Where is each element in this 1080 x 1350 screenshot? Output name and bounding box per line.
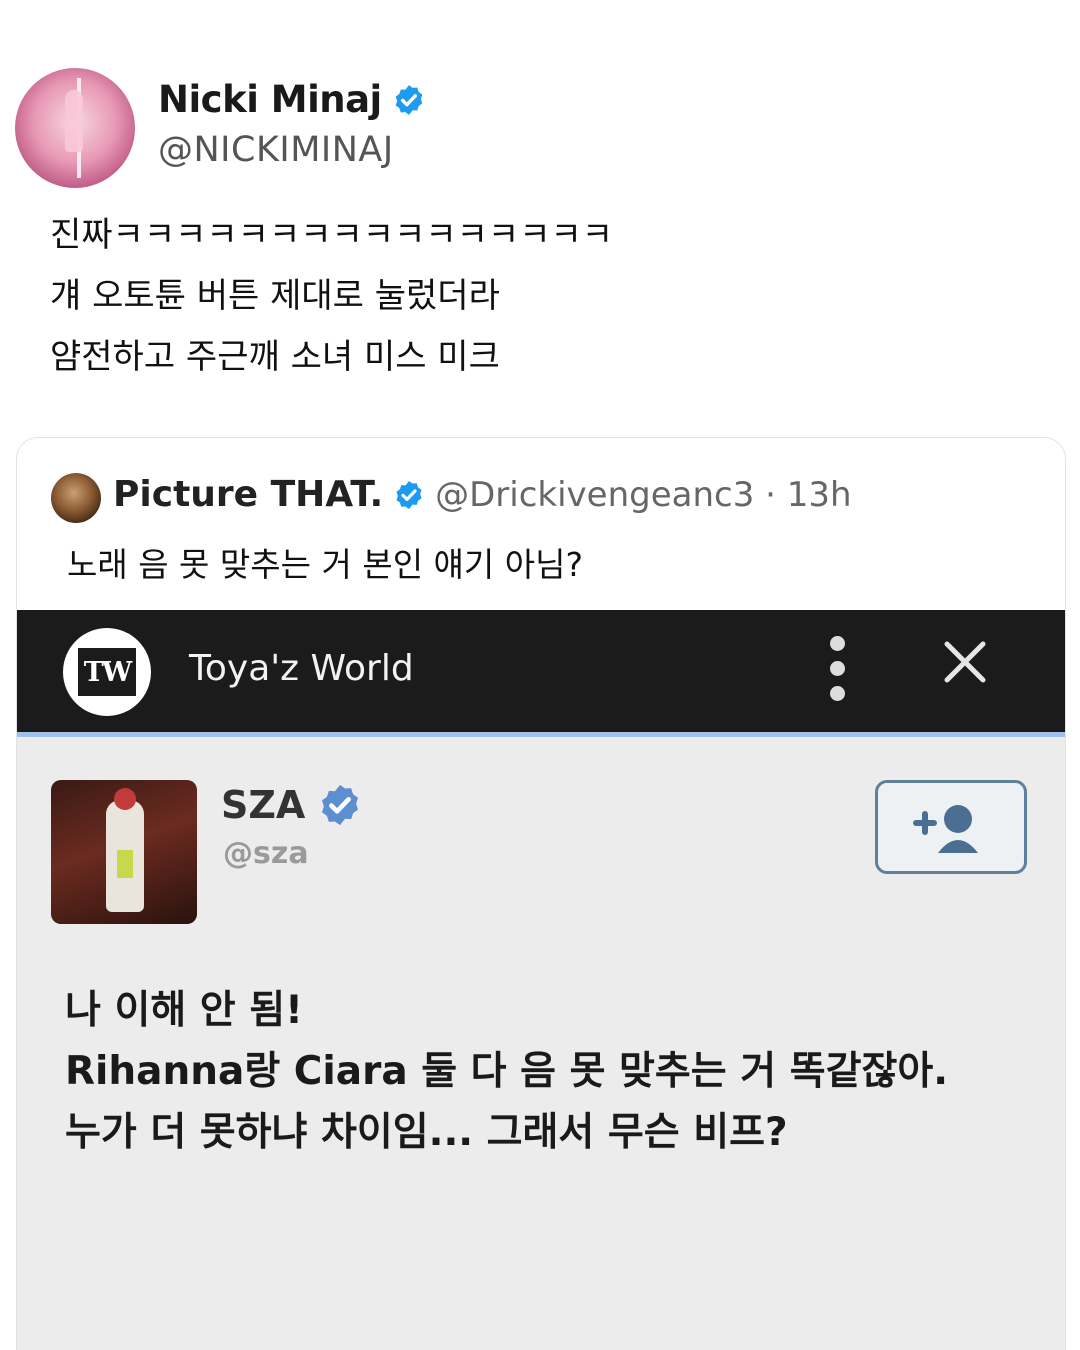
channel-title: Toya'z World [189, 648, 414, 689]
channel-logo[interactable]: TW [63, 628, 151, 716]
close-icon[interactable] [943, 640, 987, 684]
attached-screenshot[interactable]: TW Toya'z World SZA @sza 나 이해 안 됨! Rihan… [17, 610, 1065, 1350]
avatar-figure [65, 90, 83, 152]
verified-badge-icon [395, 84, 423, 115]
sza-tweet-body: 나 이해 안 됨! Rihanna랑 Ciara 둘 다 음 못 맞추는 거 똑… [65, 980, 1045, 1163]
nicki-avatar[interactable] [15, 68, 135, 188]
avatar-hair [114, 788, 136, 810]
quoted-handle-time: @Drickivengeanc3 · 13h [435, 474, 852, 515]
channel-logo-text: TW [78, 648, 136, 696]
quoted-header: Picture THAT. @Drickivengeanc3 · 13h [113, 474, 852, 515]
verified-badge-icon [396, 480, 422, 509]
verified-badge-icon [322, 784, 359, 826]
quoted-display-name[interactable]: Picture THAT. [113, 474, 383, 515]
quoted-tweet-card[interactable]: Picture THAT. @Drickivengeanc3 · 13h 노래 … [16, 437, 1066, 1350]
author-handle[interactable]: @NICKIMINAJ [158, 130, 394, 170]
tweet-body: 진짜ㅋㅋㅋㅋㅋㅋㅋㅋㅋㅋㅋㅋㅋㅋㅋㅋ 걔 오토튠 버튼 제대로 눌렀더라 얌전하… [50, 205, 1050, 388]
post-view: Nicki Minaj @NICKIMINAJ 진짜ㅋㅋㅋㅋㅋㅋㅋㅋㅋㅋㅋㅋㅋㅋ… [0, 0, 1080, 1350]
quoted-author-avatar[interactable] [51, 473, 101, 523]
add-user-icon [913, 805, 978, 853]
tweet-line: 얌전하고 주근깨 소녀 미스 미크 [50, 337, 500, 377]
sza-avatar[interactable] [51, 780, 197, 924]
tweet-line: 진짜ㅋㅋㅋㅋㅋㅋㅋㅋㅋㅋㅋㅋㅋㅋㅋㅋ [50, 215, 614, 255]
sza-display-name[interactable]: SZA [221, 783, 305, 827]
sza-tweet-line: Rihanna랑 Ciara 둘 다 음 못 맞추는 거 똑같잖아. [65, 1049, 949, 1094]
avatar-dress [117, 850, 133, 878]
sza-name-row: SZA [221, 782, 363, 828]
sza-handle[interactable]: @sza [223, 836, 309, 871]
app-bar: TW Toya'z World [17, 610, 1065, 737]
quoted-tweet-text: 노래 음 못 맞추는 거 본인 얘기 아님? [67, 545, 583, 584]
author-name-row: Nicki Minaj [158, 78, 426, 121]
author-display-name[interactable]: Nicki Minaj [158, 78, 382, 121]
sza-tweet-line: 누가 더 못하냐 차이임... 그래서 무슨 비프? [65, 1110, 788, 1155]
sza-tweet-line: 나 이해 안 됨! [65, 988, 303, 1033]
tweet-line: 걔 오토튠 버튼 제대로 눌렀더라 [50, 276, 500, 316]
more-vertical-icon[interactable] [823, 636, 853, 702]
follow-button[interactable] [875, 780, 1027, 874]
